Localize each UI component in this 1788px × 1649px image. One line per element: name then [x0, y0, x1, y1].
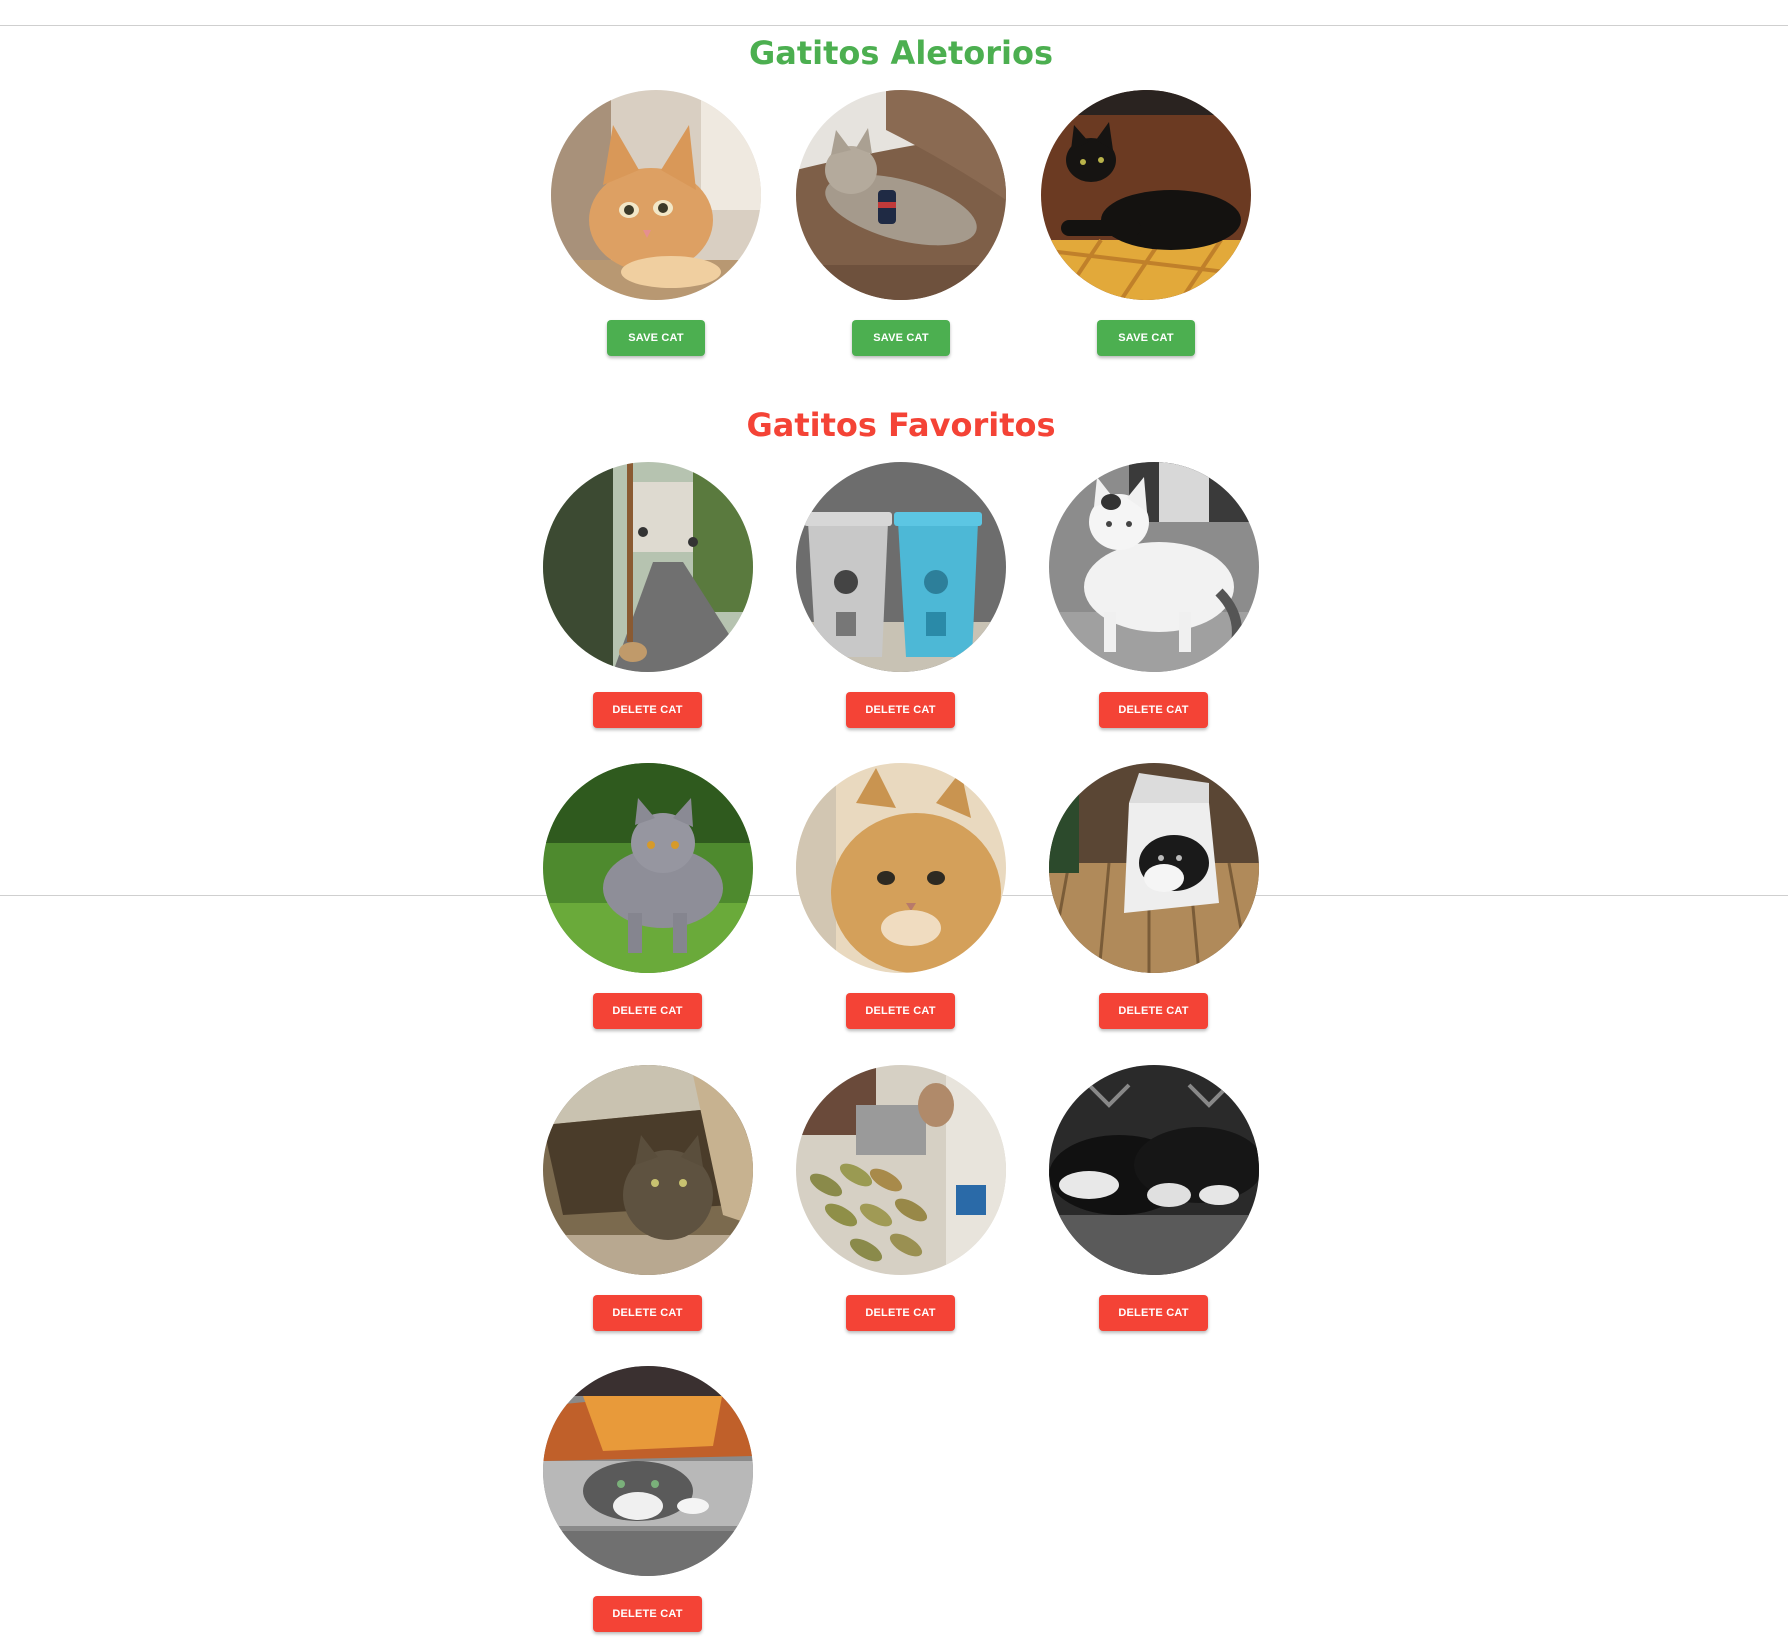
save-cat-button[interactable]: SAVE CAT	[852, 320, 950, 356]
cat-photo	[543, 763, 753, 973]
cat-photo	[1049, 763, 1259, 973]
random-cat-card	[795, 90, 1007, 300]
delete-cat-button[interactable]: DELETE CAT	[846, 993, 955, 1029]
cat-photo	[551, 90, 761, 300]
cat-photo	[1049, 462, 1259, 672]
favorite-cats-title: Gatitos Favoritos	[746, 406, 1056, 444]
cat-photo	[1049, 1065, 1259, 1275]
cat-photo	[796, 90, 1006, 300]
favorite-cat-card	[795, 763, 1007, 973]
cat-photo	[543, 1065, 753, 1275]
cat-photo	[796, 763, 1006, 973]
favorite-cat-card	[795, 1065, 1007, 1275]
delete-cat-button[interactable]: DELETE CAT	[593, 692, 702, 728]
delete-cat-button[interactable]: DELETE CAT	[593, 993, 702, 1029]
cat-photo	[543, 1366, 753, 1576]
delete-cat-button[interactable]: DELETE CAT	[1099, 993, 1208, 1029]
top-divider	[0, 25, 1788, 26]
delete-cat-button[interactable]: DELETE CAT	[1099, 692, 1208, 728]
favorite-cat-card	[1048, 462, 1260, 672]
favorite-cat-card	[795, 462, 1007, 672]
favorite-cat-card	[542, 763, 754, 973]
delete-cat-button[interactable]: DELETE CAT	[593, 1295, 702, 1331]
cat-photo	[543, 462, 753, 672]
delete-cat-button[interactable]: DELETE CAT	[846, 692, 955, 728]
favorite-cat-card	[1048, 763, 1260, 973]
cat-photo	[796, 462, 1006, 672]
delete-cat-button[interactable]: DELETE CAT	[593, 1596, 702, 1632]
delete-cat-button[interactable]: DELETE CAT	[1099, 1295, 1208, 1331]
save-cat-button[interactable]: SAVE CAT	[607, 320, 705, 356]
random-cats-title: Gatitos Aletorios	[748, 34, 1054, 72]
random-cat-card	[550, 90, 762, 300]
delete-cat-button[interactable]: DELETE CAT	[846, 1295, 955, 1331]
favorite-cat-card	[542, 1065, 754, 1275]
cat-photo	[1041, 90, 1251, 300]
favorite-cat-card	[1048, 1065, 1260, 1275]
favorite-cat-card	[542, 462, 754, 672]
favorite-cat-card	[542, 1366, 754, 1576]
random-cat-card	[1040, 90, 1252, 300]
cat-photo	[796, 1065, 1006, 1275]
save-cat-button[interactable]: SAVE CAT	[1097, 320, 1195, 356]
